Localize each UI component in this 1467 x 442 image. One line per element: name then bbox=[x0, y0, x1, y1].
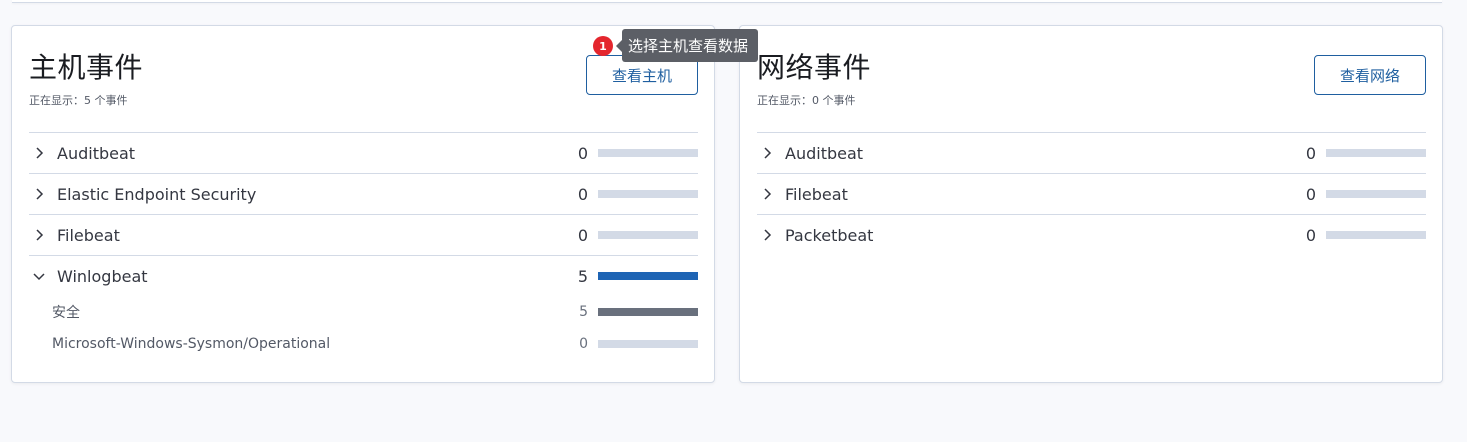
row-bar bbox=[598, 272, 698, 280]
top-panel-edge bbox=[12, 0, 1442, 3]
row-label: Auditbeat bbox=[785, 143, 864, 163]
network-row-packetbeat[interactable]: Packetbeat 0 bbox=[757, 214, 1426, 255]
row-label: Filebeat bbox=[785, 184, 848, 204]
host-row-winlogbeat[interactable]: Winlogbeat 5 bbox=[29, 255, 698, 296]
row-count: 0 bbox=[577, 143, 588, 163]
row-bar bbox=[1326, 231, 1426, 239]
network-events-list: Auditbeat 0 Filebeat 0 Packetbeat 0 bbox=[757, 132, 1426, 255]
subrow-bar-fill bbox=[598, 308, 698, 316]
chevron-right-icon[interactable] bbox=[757, 184, 777, 204]
chevron-right-icon[interactable] bbox=[757, 143, 777, 163]
host-subrow-sysmon: Microsoft-Windows-Sysmon/Operational 0 bbox=[29, 328, 698, 360]
row-bar bbox=[1326, 149, 1426, 157]
row-bar bbox=[598, 190, 698, 198]
subrow-bar bbox=[598, 340, 698, 348]
row-count: 0 bbox=[577, 225, 588, 245]
step-badge: 1 bbox=[593, 36, 613, 56]
network-events-panel: 网络事件 正在显示：0 个事件 查看网络 Auditbeat 0 Filebea… bbox=[739, 25, 1443, 383]
row-bar bbox=[598, 149, 698, 157]
subrow-count: 5 bbox=[579, 304, 588, 320]
chevron-right-icon[interactable] bbox=[29, 225, 49, 245]
network-row-filebeat[interactable]: Filebeat 0 bbox=[757, 173, 1426, 214]
row-label: Packetbeat bbox=[785, 225, 874, 245]
subrow-bar bbox=[598, 308, 698, 316]
row-count: 5 bbox=[577, 266, 588, 286]
host-events-subtitle: 正在显示：5 个事件 bbox=[29, 94, 128, 107]
row-count: 0 bbox=[1305, 184, 1316, 204]
network-events-title: 网络事件 bbox=[757, 51, 872, 84]
row-label: Filebeat bbox=[57, 225, 120, 245]
host-row-elastic-endpoint-security[interactable]: Elastic Endpoint Security 0 bbox=[29, 173, 698, 214]
chevron-right-icon[interactable] bbox=[757, 225, 777, 245]
chevron-right-icon[interactable] bbox=[29, 143, 49, 163]
host-events-list: Auditbeat 0 Elastic Endpoint Security 0 … bbox=[29, 132, 698, 360]
view-network-button[interactable]: 查看网络 bbox=[1314, 55, 1426, 95]
row-bar-fill bbox=[598, 272, 698, 280]
subrow-label: Microsoft-Windows-Sysmon/Operational bbox=[52, 336, 331, 352]
row-label: Auditbeat bbox=[57, 143, 136, 163]
chevron-right-icon[interactable] bbox=[29, 184, 49, 204]
network-events-subtitle: 正在显示：0 个事件 bbox=[757, 94, 856, 107]
row-label: Winlogbeat bbox=[57, 266, 148, 286]
host-subrow-security: 安全 5 bbox=[29, 296, 698, 328]
host-events-panel: 主机事件 正在显示：5 个事件 查看主机 Auditbeat 0 Elastic… bbox=[11, 25, 715, 383]
row-count: 0 bbox=[1305, 225, 1316, 245]
host-row-filebeat[interactable]: Filebeat 0 bbox=[29, 214, 698, 255]
tour-tooltip: 选择主机查看数据 bbox=[615, 29, 759, 62]
row-label: Elastic Endpoint Security bbox=[57, 184, 257, 204]
row-bar bbox=[1326, 190, 1426, 198]
row-count: 0 bbox=[1305, 143, 1316, 163]
row-count: 0 bbox=[577, 184, 588, 204]
chevron-down-icon[interactable] bbox=[29, 266, 49, 286]
host-events-title: 主机事件 bbox=[29, 51, 144, 84]
subrow-count: 0 bbox=[579, 336, 588, 352]
network-row-auditbeat[interactable]: Auditbeat 0 bbox=[757, 132, 1426, 173]
row-bar bbox=[598, 231, 698, 239]
subrow-label: 安全 bbox=[52, 305, 80, 321]
host-row-auditbeat[interactable]: Auditbeat 0 bbox=[29, 132, 698, 173]
